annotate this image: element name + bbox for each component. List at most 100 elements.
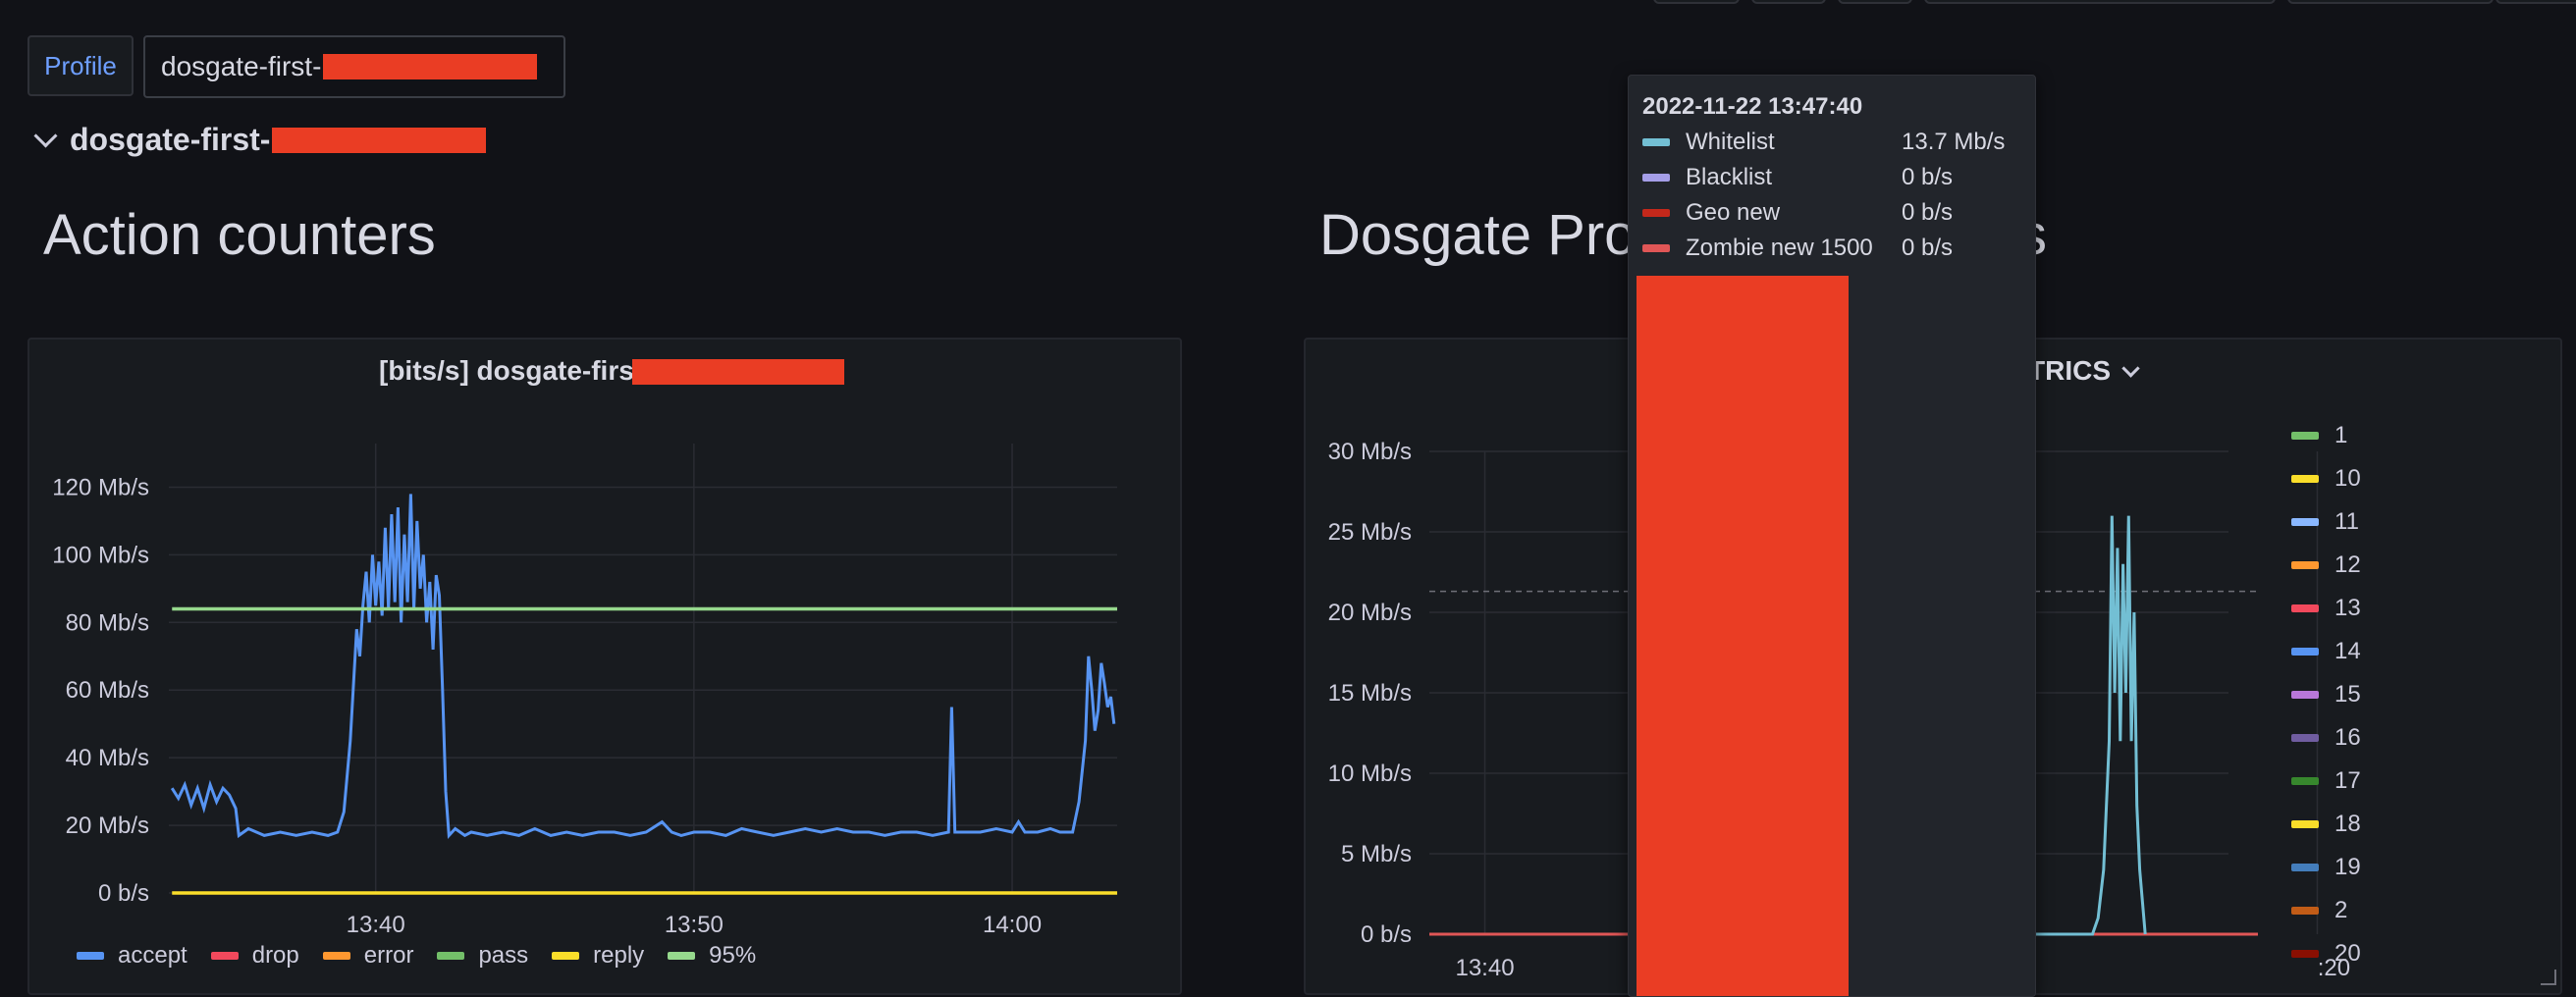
y-tick-label: 80 Mb/s bbox=[66, 609, 149, 636]
profile-variable-label: Profile bbox=[27, 35, 134, 96]
y-tick-label: 30 Mb/s bbox=[1328, 439, 1412, 465]
legend-label: drop bbox=[251, 942, 299, 969]
legend-item[interactable]: 19 bbox=[2291, 854, 2361, 881]
toolbar-button[interactable] bbox=[1751, 0, 1826, 4]
legend-swatch bbox=[2291, 907, 2319, 915]
legend-label: 15 bbox=[2334, 681, 2361, 708]
panel-title-bits: [bits/s] dosgate-first bbox=[379, 355, 644, 386]
legend-item[interactable]: 15 bbox=[2291, 681, 2361, 708]
toolbar-button[interactable] bbox=[1653, 0, 1740, 4]
legend-swatch bbox=[437, 952, 465, 960]
legend-label: 1 bbox=[2334, 422, 2348, 448]
panel-title-metrics[interactable]: TRICS bbox=[2028, 355, 2140, 387]
legend-swatch bbox=[2291, 432, 2319, 440]
legend-swatch bbox=[2291, 820, 2319, 828]
y-tick-label: 10 Mb/s bbox=[1328, 761, 1412, 787]
legend-swatch bbox=[2291, 561, 2319, 569]
time-range-picker[interactable] bbox=[1924, 0, 2276, 4]
redaction bbox=[1637, 276, 1849, 996]
legend-swatch bbox=[2291, 734, 2319, 742]
tooltip-swatch bbox=[1642, 174, 1670, 182]
tooltip-series-value: 0 b/s bbox=[1902, 164, 1954, 190]
redaction bbox=[272, 127, 487, 153]
legend-item[interactable]: accept bbox=[77, 942, 188, 970]
panel-action-counters[interactable]: 0 b/s 20 Mb/s 40 Mb/s 60 Mb/s 80 Mb/s 100 Mb/… bbox=[27, 338, 1182, 995]
redaction bbox=[323, 54, 538, 79]
y-tick-label: 0 b/s bbox=[1361, 921, 1412, 948]
legend-item[interactable]: reply bbox=[552, 942, 644, 970]
y-tick-label: 5 Mb/s bbox=[1341, 841, 1412, 867]
legend-item[interactable]: 11 bbox=[2291, 508, 2359, 536]
legend-swatch bbox=[668, 952, 696, 960]
legend-label: pass bbox=[478, 942, 529, 969]
legend-label: 20 bbox=[2334, 940, 2361, 967]
x-tick-label: 13:50 bbox=[665, 912, 724, 938]
hover-tooltip: 2022-11-22 13:47:40 Whitelist 13.7 Mb/s Bl… bbox=[1628, 75, 2036, 997]
toolbar-button[interactable] bbox=[1838, 0, 1912, 4]
tooltip-series-value: 0 b/s bbox=[1902, 235, 1954, 261]
chart-action-counters: 0 b/s 20 Mb/s 40 Mb/s 60 Mb/s 80 Mb/s 100 Mb/… bbox=[52, 444, 1117, 938]
series-line-accept bbox=[170, 494, 1116, 839]
tooltip-time: 2022-11-22 13:47:40 bbox=[1642, 93, 1863, 120]
tooltip-swatch bbox=[1642, 138, 1670, 146]
legend-item[interactable]: 1 bbox=[2291, 422, 2347, 449]
legend-label: 11 bbox=[2334, 508, 2359, 535]
legend-item[interactable]: 20 bbox=[2291, 940, 2361, 968]
legend-swatch bbox=[2291, 648, 2319, 656]
y-tick-label: 100 Mb/s bbox=[52, 542, 149, 568]
y-tick-label: 40 Mb/s bbox=[66, 745, 149, 771]
y-tick-label: 60 Mb/s bbox=[66, 677, 149, 704]
legend-item[interactable]: 16 bbox=[2291, 724, 2361, 752]
legend-item[interactable]: drop bbox=[210, 942, 299, 970]
legend-swatch bbox=[210, 952, 239, 960]
legend-item[interactable]: 10 bbox=[2291, 465, 2361, 493]
legend-item[interactable]: 2 bbox=[2291, 897, 2347, 924]
y-tick-label: 0 b/s bbox=[98, 880, 149, 907]
x-tick-label: 13:40 bbox=[1455, 955, 1514, 981]
tooltip-swatch bbox=[1642, 209, 1670, 217]
chart-legend: accept drop error pass reply 95% bbox=[77, 942, 779, 970]
legend-item[interactable]: 18 bbox=[2291, 811, 2361, 838]
legend-swatch bbox=[2291, 691, 2319, 699]
x-tick-label: 13:40 bbox=[347, 912, 405, 938]
tooltip-series-value: 0 b/s bbox=[1902, 199, 1954, 226]
tooltip-row: Blacklist bbox=[1642, 164, 1772, 191]
legend-swatch bbox=[322, 952, 350, 960]
legend-label: 17 bbox=[2334, 767, 2361, 794]
y-tick-label: 25 Mb/s bbox=[1328, 519, 1412, 546]
tooltip-series-name: Blacklist bbox=[1686, 164, 1773, 190]
resize-handle-icon[interactable] bbox=[2541, 970, 2556, 985]
legend-label: 2 bbox=[2334, 897, 2348, 923]
legend-item[interactable]: error bbox=[322, 942, 414, 970]
panel-title-fragment: TRICS bbox=[2028, 355, 2111, 386]
legend-swatch bbox=[552, 952, 580, 960]
y-tick-label: 120 Mb/s bbox=[52, 474, 149, 500]
legend-item[interactable]: 13 bbox=[2291, 595, 2361, 622]
legend-label: 16 bbox=[2334, 724, 2361, 751]
legend-item[interactable]: 95% bbox=[668, 942, 756, 970]
profile-variable-select[interactable]: dosgate-first- bbox=[143, 35, 565, 98]
toolbar-button[interactable] bbox=[2496, 0, 2576, 4]
tooltip-row: Geo new bbox=[1642, 199, 1780, 227]
row-header[interactable]: dosgate-first- bbox=[29, 122, 487, 158]
legend-label: 14 bbox=[2334, 638, 2361, 664]
redaction bbox=[632, 359, 844, 385]
chevron-down-icon bbox=[33, 124, 58, 148]
profile-variable-value: dosgate-first- bbox=[161, 51, 322, 81]
legend-label: error bbox=[363, 942, 414, 969]
x-tick-label: 14:00 bbox=[983, 912, 1042, 938]
toolbar-button[interactable] bbox=[2287, 0, 2494, 4]
legend-item[interactable]: 12 bbox=[2291, 551, 2361, 579]
legend-item[interactable]: 14 bbox=[2291, 638, 2361, 665]
legend-item[interactable]: pass bbox=[437, 942, 528, 970]
legend-label: 95% bbox=[709, 942, 757, 969]
legend-swatch bbox=[2291, 864, 2319, 871]
section-title-action-counters: Action counters bbox=[43, 203, 436, 267]
tooltip-series-value: 13.7 Mb/s bbox=[1902, 129, 2006, 155]
tooltip-series-name: Whitelist bbox=[1686, 129, 1775, 155]
legend-label: 13 bbox=[2334, 595, 2361, 621]
legend-swatch bbox=[2291, 777, 2319, 785]
legend-item[interactable]: 17 bbox=[2291, 767, 2361, 795]
legend-label: accept bbox=[118, 942, 188, 969]
legend-swatch bbox=[2291, 950, 2319, 958]
